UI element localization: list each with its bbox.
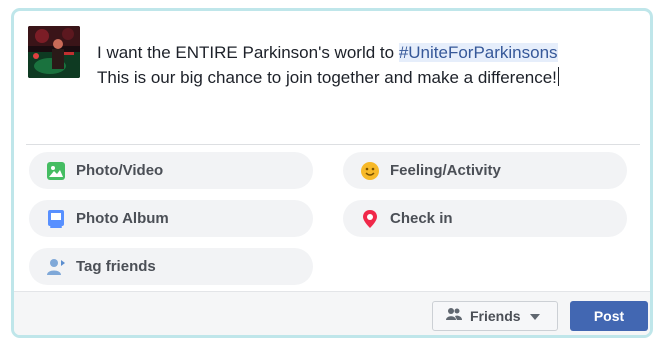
photo-video-button[interactable]: Photo/Video [29,152,313,189]
post-text-line1: I want the ENTIRE Parkinson's world to [97,43,399,62]
composer-footer: Friends Post [14,291,650,335]
check-in-button[interactable]: Check in [343,200,627,237]
post-text-input[interactable]: I want the ENTIRE Parkinson's world to #… [97,40,637,90]
post-button[interactable]: Post [570,301,648,331]
divider [26,144,640,145]
feeling-activity-button[interactable]: Feeling/Activity [343,152,627,189]
feeling-activity-label: Feeling/Activity [390,162,501,179]
photo-album-label: Photo Album [76,210,169,227]
post-text-line2: This is our big chance to join together … [97,68,557,87]
chevron-down-icon [529,307,540,325]
location-pin-icon [359,208,380,229]
tag-friends-icon [45,256,66,277]
avatar [28,26,80,78]
smiley-icon [359,160,380,181]
audience-selector[interactable]: Friends [432,301,558,331]
friends-icon [446,307,462,326]
tag-friends-label: Tag friends [76,258,156,275]
check-in-label: Check in [390,210,453,227]
photo-album-button[interactable]: Photo Album [29,200,313,237]
hashtag-link[interactable]: #UniteForParkinsons [398,43,558,62]
tag-friends-button[interactable]: Tag friends [29,248,313,285]
audience-label: Friends [470,308,521,324]
photo-album-icon [45,208,66,229]
text-cursor [557,67,559,86]
post-composer: I want the ENTIRE Parkinson's world to #… [11,8,653,338]
photo-video-label: Photo/Video [76,162,164,179]
photo-video-icon [45,160,66,181]
